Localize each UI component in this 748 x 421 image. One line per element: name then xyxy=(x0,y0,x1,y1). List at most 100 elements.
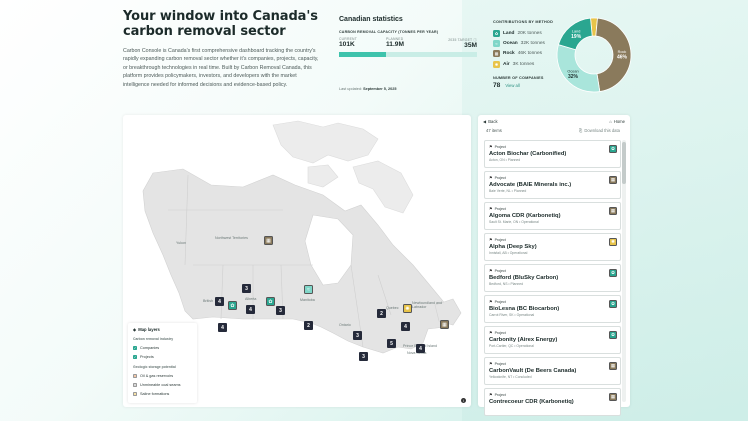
rock-method-icon: ▦ xyxy=(609,393,617,401)
target-stat[interactable]: 2035 TARGET ⓘ 35M xyxy=(448,37,477,49)
list-scrollbar[interactable] xyxy=(622,140,626,402)
list-item[interactable]: ⚑ Project BioLesna (BC Biocarbon) Carrot Ri… xyxy=(484,295,621,323)
project-icon: ⚑ xyxy=(489,144,493,149)
map-layers-header[interactable]: ◈ Map layers xyxy=(133,327,192,332)
map-cluster[interactable]: 2 xyxy=(304,321,313,330)
capacity-values: CURRENT 101K PLANNED 11.9M 2035 TARGET ⓘ… xyxy=(339,37,481,51)
rock-marker-icon[interactable]: ▦ xyxy=(264,236,273,245)
item-kind: Project xyxy=(494,206,506,211)
item-kind: Project xyxy=(494,299,506,304)
layer-label: Projects xyxy=(140,355,154,360)
list-item[interactable]: ⚑ Project Bedford (BluSky Carbon) Bedford, … xyxy=(484,264,621,292)
map-panel[interactable]: Yukon Northwest Territories British Albe… xyxy=(123,115,471,407)
ocean-marker-icon[interactable]: ≈ xyxy=(304,285,313,294)
map-cluster[interactable]: 4 xyxy=(215,297,224,306)
rock-method-icon: ▦ xyxy=(609,207,617,215)
list-item[interactable]: ⚑ Project CarbonVault (De Beers Canada) Yel… xyxy=(484,357,621,385)
item-meta: Acton, ON • Planned xyxy=(489,158,521,162)
project-icon: ⚑ xyxy=(489,392,493,397)
land-marker-icon[interactable]: ✿ xyxy=(228,301,237,310)
method-name: Ocean xyxy=(503,41,518,47)
map-cluster[interactable]: 5 xyxy=(387,339,396,348)
donut-percent: 19% xyxy=(571,34,582,40)
map-cluster[interactable]: 3 xyxy=(276,306,285,315)
layer-projects-toggle[interactable]: ✓ Projects xyxy=(133,353,192,362)
home-button[interactable]: ⌂ Home xyxy=(609,119,625,124)
rock-marker-icon[interactable]: ▦ xyxy=(440,320,449,329)
map-cluster[interactable]: 2 xyxy=(377,309,386,318)
label-ontario: Ontario xyxy=(339,323,351,327)
land-method-icon: ✿ xyxy=(609,269,617,277)
planned-value: 11.9M xyxy=(386,41,404,48)
method-value: 46K tonnes xyxy=(517,51,543,57)
updated-label: Last updated: xyxy=(339,87,363,91)
list-scrollbar-thumb[interactable] xyxy=(622,142,626,184)
layer-companies-toggle[interactable]: ✓ Companies xyxy=(133,344,192,353)
donut-percent: 46% xyxy=(617,55,628,61)
checkbox-checked-icon[interactable]: ✓ xyxy=(133,346,137,351)
current-value: 101K xyxy=(339,41,355,48)
list-item[interactable]: ⚑ Project Carbonity (Airex Energy) Port-Car… xyxy=(484,326,621,354)
method-row-air: ✺ Air 3K tonnes xyxy=(493,59,563,69)
page-title: Your window into Canada's carbon removal… xyxy=(123,9,318,39)
download-button[interactable]: ⎘ Download this data xyxy=(579,128,620,133)
planned-stat: PLANNED 11.9M xyxy=(386,37,404,48)
map-cluster[interactable]: 3 xyxy=(359,352,368,361)
back-button[interactable]: ◀ Back xyxy=(483,119,498,124)
item-name: BioLesna (BC Biocarbon) xyxy=(489,305,560,312)
list-item[interactable]: ⚑ Project Acton Biochar (Carbonified) Acton… xyxy=(484,140,621,168)
capacity-progress-fill xyxy=(339,52,386,57)
stats-title: Canadian statistics xyxy=(339,16,403,23)
land-marker-icon[interactable]: ✿ xyxy=(266,297,275,306)
list-item[interactable]: ⚑ Project Algoma CDR (Karbonetiq) Sault St.… xyxy=(484,202,621,230)
current-stat: CURRENT 101K xyxy=(339,37,357,51)
air-marker-icon[interactable]: ✺ xyxy=(403,304,412,313)
layer-saline-toggle[interactable]: Saline formations xyxy=(133,389,192,398)
label-manitoba: Manitoba xyxy=(300,298,315,302)
layer-oil-gas-toggle[interactable]: Oil & gas reservoirs xyxy=(133,372,192,381)
coal-swatch-icon[interactable] xyxy=(133,382,137,387)
layer-coal-toggle[interactable]: Unmineable coal seams xyxy=(133,380,192,389)
list-item[interactable]: ⚑ Project Alpha (Deep Sky) Innisfail, AB • … xyxy=(484,233,621,261)
saline-swatch-icon[interactable] xyxy=(133,391,137,396)
method-name: Rock xyxy=(503,51,515,57)
northern-islands-2 xyxy=(307,164,339,188)
project-list-panel: ◀ Back ⌂ Home 47 items ⎘ Download this data… xyxy=(478,115,630,416)
back-label: Back xyxy=(488,119,498,124)
method-value: 3K tonnes xyxy=(512,61,535,67)
map-cluster[interactable]: 4 xyxy=(416,344,425,353)
map-cluster[interactable]: 3 xyxy=(242,284,251,293)
capacity-progress-bar xyxy=(339,52,477,57)
intro-section: Your window into Canada's carbon removal… xyxy=(123,9,323,89)
capacity-label: CARBON REMOVAL CAPACITY (TONNES PER YEAR… xyxy=(339,30,439,34)
oil-gas-swatch-icon[interactable] xyxy=(133,373,137,378)
view-all-link[interactable]: View all xyxy=(505,83,519,88)
arctic-islands xyxy=(272,120,379,164)
map-layers-panel: ◈ Map layers Carbon removal industry ✓ Co… xyxy=(128,323,197,403)
list-item[interactable]: ⚑ Project Contrecoeur CDR (Karbonetiq) ▦ xyxy=(484,388,621,416)
rock-method-icon: ▦ xyxy=(609,362,617,370)
project-icon: ⚑ xyxy=(489,299,493,304)
land-method-icon: ✿ xyxy=(609,145,617,153)
item-meta: Bedford, NS • Planned xyxy=(489,282,523,286)
map-cluster[interactable]: 4 xyxy=(401,322,410,331)
leaf-icon: ✿ xyxy=(493,29,500,37)
item-name: CarbonVault (De Beers Canada) xyxy=(489,367,577,374)
label-quebec: Quebec xyxy=(386,306,399,310)
map-cluster[interactable]: 3 xyxy=(353,331,362,340)
home-icon: ⌂ xyxy=(609,119,612,124)
list-item[interactable]: ⚑ Project Advocate (BAIE Minerals inc.) Bai… xyxy=(484,171,621,199)
target-value: 35M xyxy=(464,42,477,49)
map-cluster[interactable]: 4 xyxy=(218,323,227,332)
info-icon[interactable]: i xyxy=(461,398,466,403)
intro-description: Carbon Console is Canada's first compreh… xyxy=(123,48,319,88)
label-alberta: Alberta xyxy=(245,297,257,301)
download-label: Download this data xyxy=(584,128,620,133)
map-cluster[interactable]: 4 xyxy=(246,305,255,314)
contributions-title: CONTRIBUTIONS BY METHOD xyxy=(493,20,554,24)
item-meta: Sault St. Marie, ON • Operational xyxy=(489,220,539,224)
donut-slice-ocean[interactable] xyxy=(556,44,601,93)
item-kind: Project xyxy=(494,237,506,242)
checkbox-checked-icon[interactable]: ✓ xyxy=(133,355,137,360)
item-kind: Project xyxy=(494,268,506,273)
